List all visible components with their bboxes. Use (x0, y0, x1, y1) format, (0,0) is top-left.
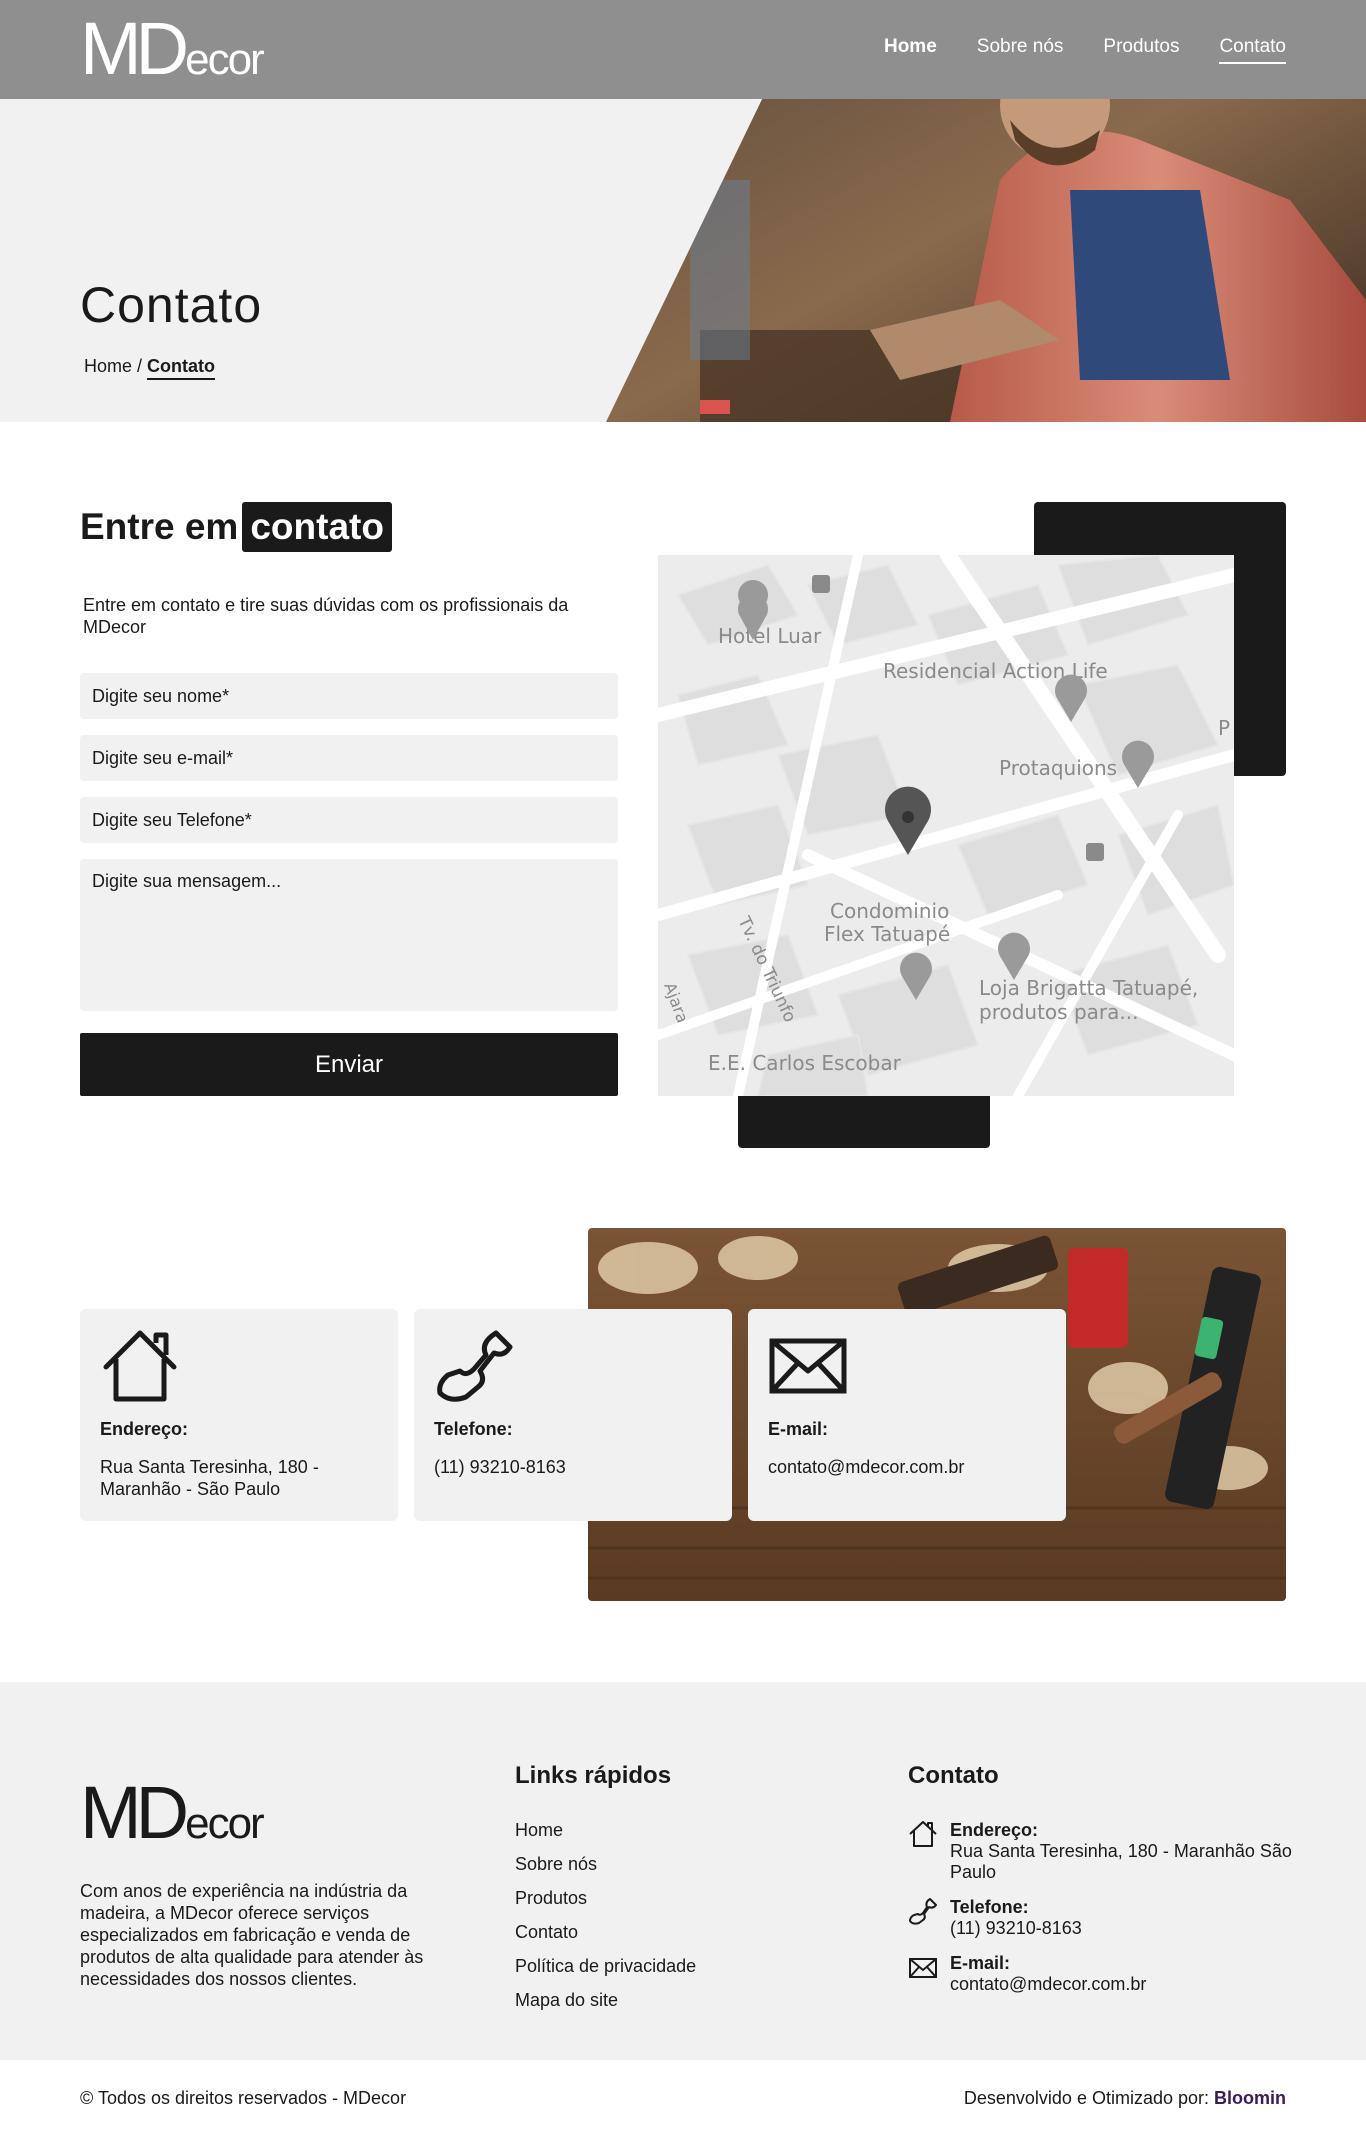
footer: MD ecor Com anos de experiência na indús… (0, 1682, 1366, 2060)
name-placeholder: Digite seu nome* (92, 685, 230, 706)
map-label-flex-tatuape: Flex Tatuapé (824, 922, 950, 946)
contact-section-title: Entre em contato (80, 502, 392, 552)
developer-prefix: Desenvolvido e Otimizado por: (963, 2088, 1214, 2108)
footer-address-label: Endereço: (950, 1820, 1039, 1840)
breadcrumb-separator: / (132, 356, 148, 376)
developer-credit: Desenvolvido e Otimizado por: Bloomin (964, 2088, 1286, 2109)
footer-phone: Telefone: (11) 93210-8163 (908, 1897, 1308, 1939)
phone-icon (437, 1330, 513, 1402)
location-pin-dot (902, 811, 914, 823)
map-label-condominio: Condominio (830, 899, 949, 923)
map-label-loja-brigatta: Loja Brigatta Tatuapé, (979, 976, 1198, 1000)
contact-description: Entre em contato e tire suas dúvidas com… (83, 595, 569, 637)
footer-links-title: Links rápidos (515, 1762, 672, 1789)
bus-stop-icon (812, 575, 830, 593)
footer-phone-label: Telefone: (950, 1897, 1029, 1917)
footer-links: Home Sobre nós Produtos Contato Política… (515, 1820, 696, 2024)
map-label-protaquions: Protaquions (999, 756, 1117, 780)
map-label-p: P (1218, 716, 1230, 740)
map-canvas: Hotel Luar Residencial Action Life Prota… (658, 555, 1234, 1096)
nav-sobre-nos[interactable]: Sobre nós (977, 36, 1064, 64)
footer-address-value: Rua Santa Teresinha, 180 - Maranhão São … (950, 1841, 1292, 1882)
footer-link-contato[interactable]: Contato (515, 1922, 696, 1956)
footer-contact-title: Contato (908, 1762, 999, 1789)
email-placeholder: Digite seu e-mail* (92, 747, 234, 768)
house-icon (909, 1821, 937, 1847)
footer-contact: Endereço: Rua Santa Teresinha, 180 - Mar… (908, 1820, 1308, 2009)
footer-logo-main: MD (80, 1771, 189, 1854)
map-label-carlos-escobar: E.E. Carlos Escobar (708, 1051, 902, 1075)
submit-button[interactable]: Enviar (80, 1033, 618, 1096)
footer-link-mapa[interactable]: Mapa do site (515, 1990, 696, 2024)
developer-link[interactable]: Bloomin (1214, 2088, 1286, 2108)
address-card: Endereço: Rua Santa Teresinha, 180 - Mar… (80, 1309, 398, 1521)
map-label-hotel-luar: Hotel Luar (718, 624, 822, 648)
title-highlight: contato (242, 502, 392, 552)
main-nav: Home Sobre nós Produtos Contato (884, 36, 1286, 64)
footer-logo[interactable]: MD ecor (80, 1771, 265, 1854)
map-decoration-bottom (738, 1096, 990, 1148)
footer-email: E-mail: contato@mdecor.com.br (908, 1953, 1308, 1995)
phone-placeholder: Digite seu Telefone* (92, 809, 252, 830)
footer-about: Com anos de experiência na indústria da … (80, 1881, 424, 1989)
envelope-icon (769, 1338, 847, 1394)
footer-email-value[interactable]: contato@mdecor.com.br (950, 1974, 1146, 1995)
email-label: E-mail: (768, 1419, 829, 1439)
envelope-icon (909, 1958, 937, 1978)
message-textarea[interactable]: Digite sua mensagem... (80, 859, 618, 1011)
phone-card: Telefone: (11) 93210-8163 (414, 1309, 732, 1521)
bottom-bar: © Todos os direitos reservados - MDecor … (0, 2060, 1366, 2138)
phone-input[interactable]: Digite seu Telefone* (80, 797, 618, 843)
address-value: Rua Santa Teresinha, 180 - Maranhão - Sã… (100, 1457, 319, 1499)
footer-logo-rest: ecor (185, 1799, 265, 1848)
footer-email-label: E-mail: (950, 1953, 1011, 1973)
map-label-produtos-para: produtos para... (979, 1000, 1138, 1024)
email-input[interactable]: Digite seu e-mail* (80, 735, 618, 781)
address-label: Endereço: (100, 1419, 189, 1439)
footer-link-produtos[interactable]: Produtos (515, 1888, 696, 1922)
phone-icon (909, 1898, 937, 1925)
footer-link-home[interactable]: Home (515, 1820, 696, 1854)
footer-link-sobre-nos[interactable]: Sobre nós (515, 1854, 696, 1888)
bus-stop-icon (1086, 843, 1104, 861)
phone-value[interactable]: (11) 93210-8163 (434, 1456, 712, 1478)
email-card: E-mail: contato@mdecor.com.br (748, 1309, 1066, 1521)
logo-main: MD (80, 7, 189, 90)
house-icon (103, 1330, 177, 1402)
page-title: Contato (80, 277, 263, 333)
title-prefix: Entre em (80, 506, 239, 547)
phone-label: Telefone: (434, 1419, 513, 1439)
hero-section: MD ecor Home Sobre nós Produtos Contato … (0, 0, 1366, 422)
name-input[interactable]: Digite seu nome* (80, 673, 618, 719)
nav-contato[interactable]: Contato (1219, 36, 1286, 64)
message-placeholder: Digite sua mensagem... (92, 871, 282, 891)
footer-phone-value[interactable]: (11) 93210-8163 (950, 1918, 1082, 1939)
location-map[interactable]: Hotel Luar Residencial Action Life Prota… (658, 555, 1234, 1096)
footer-address: Endereço: Rua Santa Teresinha, 180 - Mar… (908, 1820, 1308, 1883)
nav-home[interactable]: Home (884, 36, 937, 64)
footer-link-privacidade[interactable]: Política de privacidade (515, 1956, 696, 1990)
copyright: © Todos os direitos reservados - MDecor (80, 2088, 407, 2108)
nav-produtos[interactable]: Produtos (1103, 36, 1179, 64)
logo-rest: ecor (185, 35, 265, 84)
breadcrumb-current: Contato (147, 356, 216, 380)
logo[interactable]: MD ecor (80, 7, 265, 90)
breadcrumb-home[interactable]: Home (84, 356, 132, 376)
breadcrumb: Home / Contato (84, 356, 216, 380)
email-value[interactable]: contato@mdecor.com.br (768, 1456, 1046, 1478)
